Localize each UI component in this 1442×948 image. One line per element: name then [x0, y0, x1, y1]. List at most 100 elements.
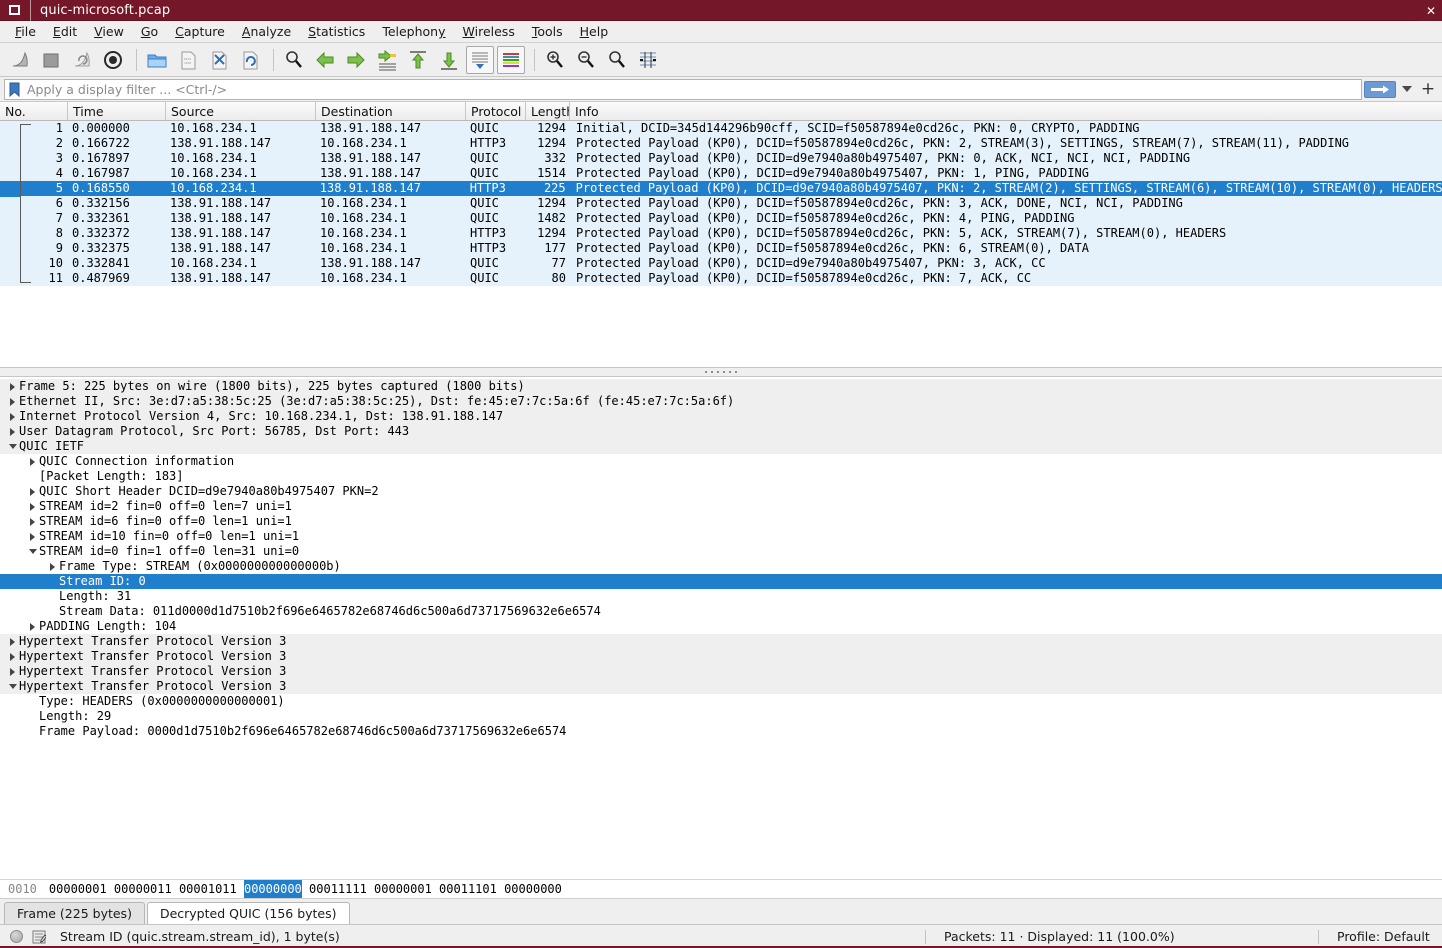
tree-item[interactable]: STREAM id=2 fin=0 off=0 len=7 uni=1 — [0, 499, 1442, 514]
menu-item-analyze[interactable]: Analyze — [234, 22, 300, 41]
table-row[interactable]: 9 0.332375 138.91.188.147 10.168.234.1 HTTP3… — [0, 241, 1442, 256]
column-header-length[interactable]: Length — [526, 102, 570, 120]
chevron-right-icon[interactable] — [26, 503, 39, 511]
chevron-right-icon[interactable] — [26, 623, 39, 631]
zoom-out-icon[interactable] — [572, 46, 600, 74]
tree-item[interactable]: User Datagram Protocol, Src Port: 56785,… — [0, 424, 1442, 439]
menu-item-statistics[interactable]: Statistics — [300, 22, 374, 41]
go-forward-icon[interactable] — [342, 46, 370, 74]
zoom-in-icon[interactable] — [541, 46, 569, 74]
chevron-right-icon[interactable] — [6, 413, 19, 421]
column-header-destination[interactable]: Destination — [316, 102, 466, 120]
save-file-icon[interactable]: 0101 1010 — [174, 46, 202, 74]
column-header-protocol[interactable]: Protocol — [466, 102, 526, 120]
table-row[interactable]: 5 0.168550 10.168.234.1 138.91.188.147 HTTP3… — [0, 181, 1442, 196]
menu-item-tools[interactable]: Tools — [524, 22, 572, 41]
window-restore-icon[interactable] — [5, 3, 24, 18]
close-file-icon[interactable] — [205, 46, 233, 74]
zoom-reset-icon[interactable] — [603, 46, 631, 74]
tree-item[interactable]: Stream ID: 0 — [0, 574, 1442, 589]
open-file-icon[interactable] — [143, 46, 171, 74]
tab-frame[interactable]: Frame (225 bytes) — [4, 902, 145, 924]
start-capture-icon[interactable] — [6, 46, 34, 74]
colorize-icon[interactable] — [497, 45, 525, 74]
tree-item[interactable]: QUIC IETF — [0, 439, 1442, 454]
chevron-right-icon[interactable] — [6, 428, 19, 436]
column-header-no[interactable]: No. — [0, 102, 68, 120]
menu-item-telephony[interactable]: Telephony — [374, 22, 454, 41]
table-row[interactable]: 2 0.166722 138.91.188.147 10.168.234.1 HTTP3… — [0, 136, 1442, 151]
chevron-right-icon[interactable] — [6, 383, 19, 391]
tree-item[interactable]: QUIC Connection information — [0, 454, 1442, 469]
chevron-down-icon[interactable] — [6, 684, 19, 689]
table-row[interactable]: 7 0.332361 138.91.188.147 10.168.234.1 QUIC 1… — [0, 211, 1442, 226]
table-row[interactable]: 10 0.332841 10.168.234.1 138.91.188.147 QUIC… — [0, 256, 1442, 271]
selected-byte[interactable]: 00000000 — [243, 880, 302, 898]
tree-item[interactable]: STREAM id=6 fin=0 off=0 len=1 uni=1 — [0, 514, 1442, 529]
tree-item[interactable]: Frame Payload: 0000d1d7510b2f696e6465782… — [0, 724, 1442, 739]
menu-item-file[interactable]: File — [7, 22, 45, 41]
menu-item-go[interactable]: Go — [133, 22, 167, 41]
chevron-down-icon[interactable] — [26, 549, 39, 554]
table-row[interactable]: 6 0.332156 138.91.188.147 10.168.234.1 QUIC 1… — [0, 196, 1442, 211]
chevron-right-icon[interactable] — [26, 533, 39, 541]
restart-capture-icon[interactable] — [68, 46, 96, 74]
tree-item[interactable]: PADDING Length: 104 — [0, 619, 1442, 634]
tree-item[interactable]: Length: 29 — [0, 709, 1442, 724]
tree-item[interactable]: Hypertext Transfer Protocol Version 3 — [0, 649, 1442, 664]
find-packet-icon[interactable] — [280, 46, 308, 74]
chevron-right-icon[interactable] — [6, 668, 19, 676]
close-icon[interactable] — [1420, 0, 1442, 21]
table-row[interactable]: 1 0.000000 10.168.234.1 138.91.188.147 QUIC 1… — [0, 121, 1442, 136]
pane-splitter[interactable] — [0, 367, 1442, 377]
auto-scroll-icon[interactable] — [466, 45, 494, 74]
resize-columns-icon[interactable] — [634, 46, 662, 74]
column-header-source[interactable]: Source — [166, 102, 316, 120]
chevron-down-icon[interactable] — [1398, 80, 1415, 99]
table-row[interactable]: 3 0.167897 10.168.234.1 138.91.188.147 QUIC 3… — [0, 151, 1442, 166]
table-row[interactable]: 11 0.487969 138.91.188.147 10.168.234.1 QUIC… — [0, 271, 1442, 286]
chevron-right-icon[interactable] — [26, 458, 39, 466]
go-to-last-icon[interactable] — [435, 46, 463, 74]
add-filter-button[interactable]: + — [1418, 79, 1438, 100]
search-input[interactable]: Apply a display filter ... <Ctrl-/> — [4, 78, 1362, 100]
tab-decrypted-quic[interactable]: Decrypted QUIC (156 bytes) — [146, 902, 350, 924]
tree-item[interactable]: Hypertext Transfer Protocol Version 3 — [0, 634, 1442, 649]
packet-bytes-pane[interactable]: 0010 00000001 00000011 00001011 00000000… — [0, 879, 1442, 898]
chevron-down-icon[interactable] — [6, 444, 19, 449]
chevron-right-icon[interactable] — [6, 653, 19, 661]
tree-item[interactable]: STREAM id=10 fin=0 off=0 len=1 uni=1 — [0, 529, 1442, 544]
tree-item[interactable]: Frame 5: 225 bytes on wire (1800 bits), … — [0, 379, 1442, 394]
menu-item-capture[interactable]: Capture — [167, 22, 234, 41]
table-row[interactable]: 8 0.332372 138.91.188.147 10.168.234.1 HTTP3… — [0, 226, 1442, 241]
tree-item[interactable]: Frame Type: STREAM (0x000000000000000b) — [0, 559, 1442, 574]
packet-list-rows[interactable]: 1 0.000000 10.168.234.1 138.91.188.147 QUIC 1… — [0, 121, 1442, 367]
go-back-icon[interactable] — [311, 46, 339, 74]
menu-item-help[interactable]: Help — [572, 22, 618, 41]
tree-item[interactable]: Type: HEADERS (0x0000000000000001) — [0, 694, 1442, 709]
tree-item[interactable]: Hypertext Transfer Protocol Version 3 — [0, 679, 1442, 694]
table-row[interactable]: 4 0.167987 10.168.234.1 138.91.188.147 QUIC 1… — [0, 166, 1442, 181]
column-header-time[interactable]: Time — [68, 102, 166, 120]
tree-item[interactable]: [Packet Length: 183] — [0, 469, 1442, 484]
stop-capture-icon[interactable] — [37, 46, 65, 74]
bookmark-icon[interactable] — [6, 80, 22, 99]
tree-item[interactable]: STREAM id=0 fin=1 off=0 len=31 uni=0 — [0, 544, 1442, 559]
chevron-right-icon[interactable] — [26, 518, 39, 526]
tree-item[interactable]: Internet Protocol Version 4, Src: 10.168… — [0, 409, 1442, 424]
packet-details-pane[interactable]: Frame 5: 225 bytes on wire (1800 bits), … — [0, 377, 1442, 879]
tree-item[interactable]: Ethernet II, Src: 3e:d7:a5:38:5c:25 (3e:… — [0, 394, 1442, 409]
chevron-right-icon[interactable] — [46, 563, 59, 571]
tree-item[interactable]: Stream Data: 011d0000d1d7510b2f696e64657… — [0, 604, 1442, 619]
capture-comment-icon[interactable] — [31, 929, 46, 944]
chevron-right-icon[interactable] — [6, 638, 19, 646]
tree-item[interactable]: Hypertext Transfer Protocol Version 3 — [0, 664, 1442, 679]
menu-item-edit[interactable]: Edit — [45, 22, 86, 41]
column-header-info[interactable]: Info — [570, 102, 1442, 120]
menu-item-view[interactable]: View — [86, 22, 133, 41]
chevron-right-icon[interactable] — [26, 488, 39, 496]
menu-item-wireless[interactable]: Wireless — [455, 22, 524, 41]
go-to-first-icon[interactable] — [404, 46, 432, 74]
expert-info-icon[interactable] — [10, 930, 23, 943]
tree-item[interactable]: QUIC Short Header DCID=d9e7940a80b497540… — [0, 484, 1442, 499]
